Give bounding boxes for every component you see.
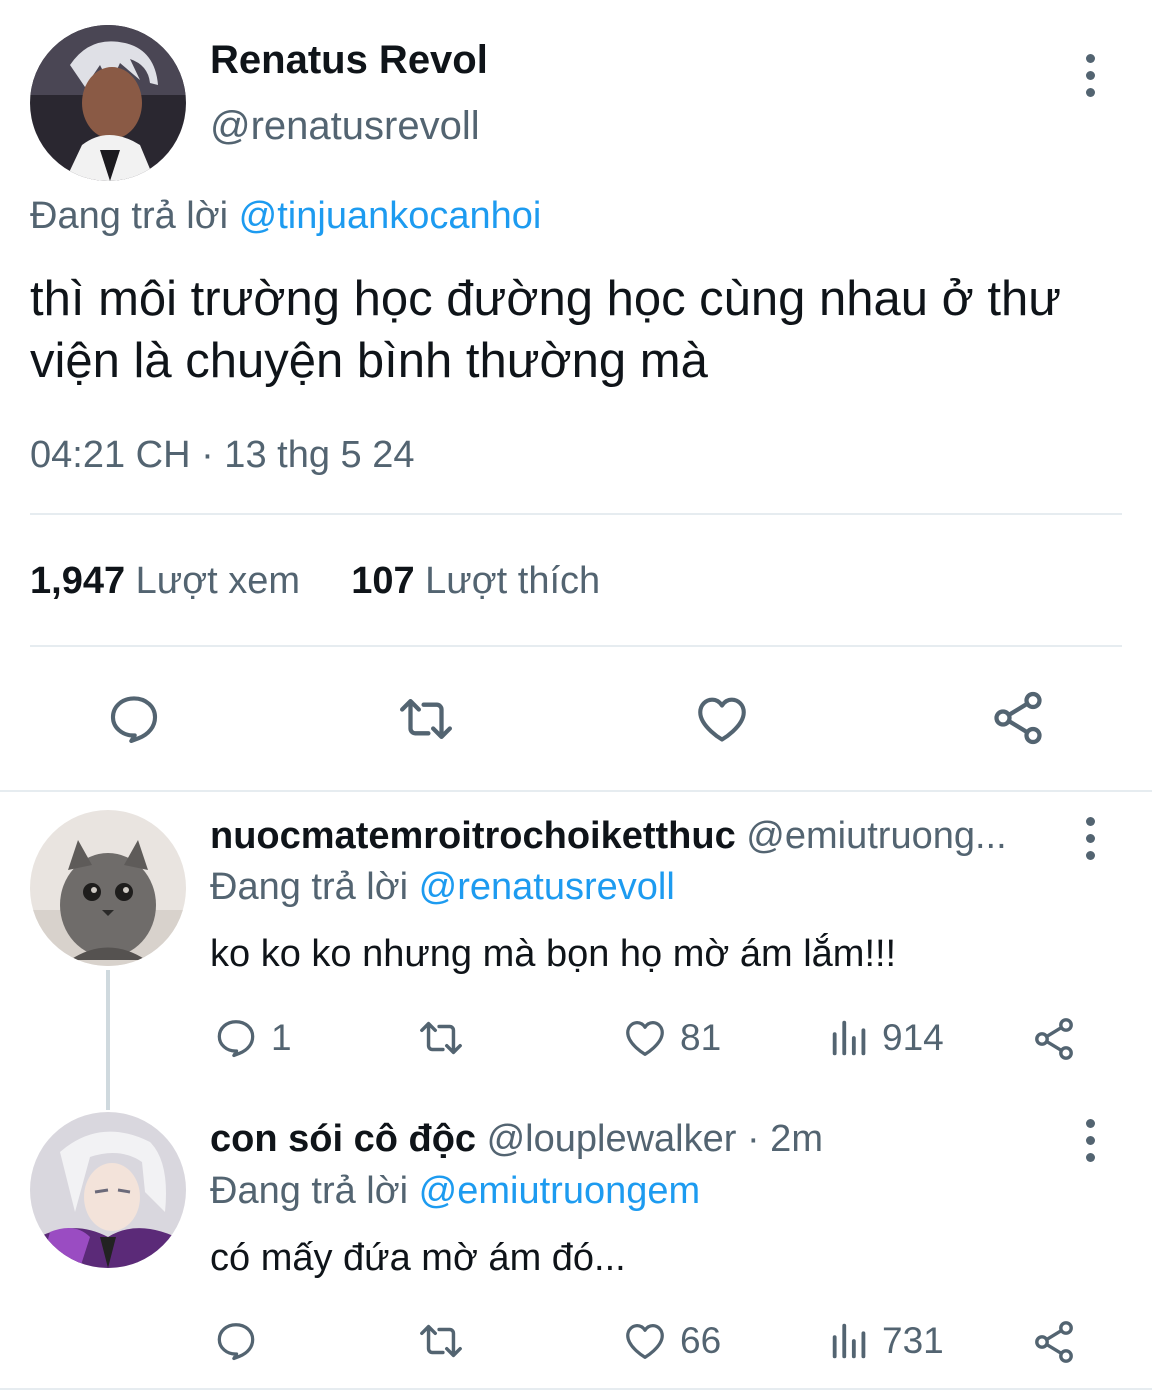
reply-button[interactable] <box>213 1318 271 1364</box>
likes-label[interactable]: Lượt thích <box>425 560 600 602</box>
like-count: 66 <box>680 1320 722 1361</box>
reply-avatar[interactable] <box>30 1112 186 1268</box>
share-icon <box>1030 1318 1078 1366</box>
like-button[interactable] <box>692 690 752 748</box>
reply-icon <box>213 1318 259 1364</box>
heart-icon <box>622 1015 668 1061</box>
divider <box>30 513 1122 515</box>
reply-header: nuocmatemroitrochoiketthuc @emiutruong..… <box>210 815 1060 858</box>
reply-context: Đang trả lời @emiutruongem <box>210 1170 700 1213</box>
tweet-timestamp[interactable]: 04:21 CH · 13 thg 5 24 <box>30 434 414 477</box>
divider <box>30 645 1122 647</box>
view-count: 914 <box>882 1017 944 1058</box>
like-button[interactable]: 66 <box>622 1318 721 1364</box>
author-handle[interactable]: @renatusrevoll <box>210 104 480 149</box>
reply-display-name[interactable]: con sói cô độc <box>210 1118 476 1160</box>
share-button[interactable] <box>988 688 1048 748</box>
more-options-icon[interactable] <box>1075 1105 1105 1175</box>
views-count: 1,947 <box>30 560 126 602</box>
likes-count[interactable]: 107 <box>351 560 414 602</box>
retweet-button[interactable] <box>415 1015 479 1061</box>
reply-button[interactable]: 1 <box>213 1015 292 1061</box>
divider <box>0 790 1152 792</box>
heart-icon <box>692 690 752 748</box>
reply-context: Đang trả lời @renatusrevoll <box>210 866 675 909</box>
author-avatar[interactable] <box>30 25 186 181</box>
reply-context: Đang trả lời @tinjuankocanhoi <box>30 195 541 238</box>
author-display-name[interactable]: Renatus Revol <box>210 38 488 83</box>
reply-count: 1 <box>271 1017 292 1058</box>
views-button[interactable]: 914 <box>830 1015 944 1061</box>
reply-prefix: Đang trả lời <box>210 866 409 908</box>
share-icon <box>1030 1015 1078 1063</box>
reply-to-link[interactable]: @emiutruongem <box>419 1170 700 1212</box>
tweet-text: thì môi trường học đường học cùng nhau ở… <box>30 272 1062 388</box>
heart-icon <box>622 1318 668 1364</box>
reply-to-link[interactable]: @tinjuankocanhoi <box>239 195 542 237</box>
share-button[interactable] <box>1030 1318 1078 1366</box>
reply-button[interactable] <box>105 690 163 748</box>
reply-avatar[interactable] <box>30 810 186 966</box>
reply-to-link[interactable]: @renatusrevoll <box>419 866 675 908</box>
reply-handle[interactable]: @louplewalker · 2m <box>487 1118 823 1160</box>
tweet-stats: 1,947 Lượt xem 107 Lượt thích <box>30 560 600 603</box>
reply-text: ko ko ko nhưng mà bọn họ mờ ám lắm!!! <box>210 933 897 975</box>
more-options-icon[interactable] <box>1075 40 1105 110</box>
reply-icon <box>213 1015 259 1061</box>
retweet-button[interactable] <box>395 690 457 748</box>
reply-handle[interactable]: @emiutruong... <box>746 815 1006 857</box>
thread-connector <box>106 970 110 1110</box>
retweet-icon <box>415 1318 467 1364</box>
views-bar-icon <box>830 1015 870 1061</box>
reply-display-name[interactable]: nuocmatemroitrochoiketthuc <box>210 815 736 857</box>
share-button[interactable] <box>1030 1015 1078 1063</box>
views-button[interactable]: 731 <box>830 1318 944 1364</box>
views-bar-icon <box>830 1318 870 1364</box>
view-count: 731 <box>882 1320 944 1361</box>
share-icon <box>988 688 1048 748</box>
views-label: Lượt xem <box>135 560 301 602</box>
retweet-icon <box>415 1015 467 1061</box>
reply-prefix: Đang trả lời <box>210 1170 409 1212</box>
retweet-icon <box>395 690 457 748</box>
reply-header: con sói cô độc @louplewalker · 2m <box>210 1118 1060 1161</box>
reply-prefix: Đang trả lời <box>30 195 229 237</box>
reply-icon <box>105 690 163 748</box>
more-options-icon[interactable] <box>1075 803 1105 873</box>
retweet-button[interactable] <box>415 1318 479 1364</box>
like-button[interactable]: 81 <box>622 1015 721 1061</box>
reply-text: có mấy đứa mờ ám đó... <box>210 1237 626 1279</box>
divider <box>0 1388 1152 1390</box>
like-count: 81 <box>680 1017 722 1058</box>
